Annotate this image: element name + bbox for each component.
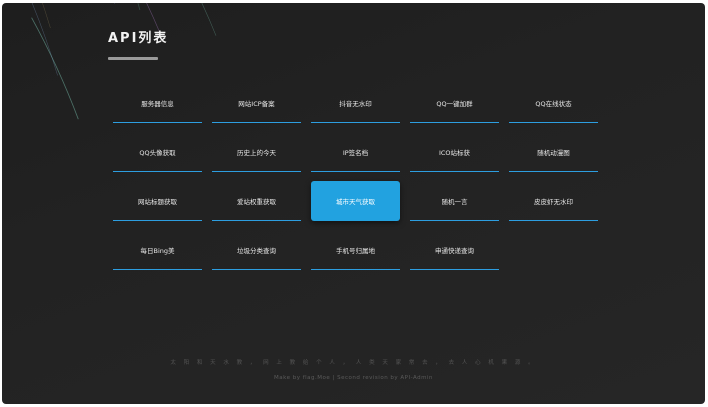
api-card-label: 申通快递查询 <box>435 247 474 255</box>
api-card-label: 网站ICP备案 <box>238 100 275 108</box>
api-card-sto-express[interactable]: 申通快递查询 <box>410 230 499 270</box>
api-card-random-quote[interactable]: 随机一言 <box>410 181 499 221</box>
api-card-qq-online[interactable]: QQ在线状态 <box>509 83 598 123</box>
star-trail <box>31 17 79 120</box>
api-card-label: 服务器信息 <box>141 100 174 108</box>
api-card-aizhan-weight[interactable]: 爱站权重获取 <box>212 181 301 221</box>
star-trail <box>201 3 217 36</box>
api-card-pipixia[interactable]: 皮皮虾无水印 <box>509 181 598 221</box>
api-card-douyin[interactable]: 抖音无水印 <box>311 83 400 123</box>
api-card-phone-location[interactable]: 手机号归属地 <box>311 230 400 270</box>
page-title: API列表 <box>108 31 169 46</box>
api-card-qq-avatar[interactable]: QQ头像获取 <box>113 132 202 172</box>
api-card-label: 垃圾分类查询 <box>237 247 276 255</box>
api-card-label: 皮皮虾无水印 <box>534 198 573 206</box>
star-trail <box>114 3 116 5</box>
api-card-label: 每日Bing美 <box>140 247 175 255</box>
api-card-icp[interactable]: 网站ICP备案 <box>212 83 301 123</box>
api-card-bing-daily[interactable]: 每日Bing美 <box>113 230 202 270</box>
api-card-label: 手机号归属地 <box>336 247 375 255</box>
api-card-site-title[interactable]: 网站标题获取 <box>113 181 202 221</box>
api-card-city-weather[interactable]: 城市天气获取 <box>311 181 400 221</box>
star-trail <box>31 3 58 76</box>
api-card-label: QQ头像获取 <box>139 149 176 157</box>
api-card-label: 历史上的今天 <box>237 149 276 157</box>
api-card-label: 抖音无水印 <box>339 100 372 108</box>
api-card-label: 爱站权重获取 <box>237 198 276 206</box>
api-card-label: 城市天气获取 <box>336 198 375 206</box>
title-underline <box>108 57 158 60</box>
api-card-history-today[interactable]: 历史上的今天 <box>212 132 301 172</box>
api-card-label: IP签名档 <box>342 149 369 157</box>
api-card-label: 随机一言 <box>441 198 468 206</box>
api-card-label: 网站标题获取 <box>138 198 177 206</box>
footer-quote: 太 阳 和 天 水 教 ， 网 上 教 给 个 人 ， 人 类 天 家 常 去 … <box>170 360 537 366</box>
star-trail <box>42 3 51 29</box>
page-frame: API列表 服务器信息 网站ICP备案 抖音无水印 QQ一键加群 QQ在线状态 … <box>2 3 705 404</box>
api-card-label: QQ在线状态 <box>535 100 572 108</box>
api-card-garbage-sort[interactable]: 垃圾分类查询 <box>212 230 301 270</box>
star-trail <box>137 3 141 11</box>
api-card-qq-join-group[interactable]: QQ一键加群 <box>410 83 499 123</box>
api-card-label: QQ一键加群 <box>436 100 473 108</box>
api-card-server-info[interactable]: 服务器信息 <box>113 83 202 123</box>
api-card-random-anime[interactable]: 随机动漫图 <box>509 132 598 172</box>
api-card-label: 随机动漫图 <box>537 149 570 157</box>
api-card-favicon[interactable]: ICO站标获 <box>410 132 499 172</box>
api-card-ip-signature[interactable]: IP签名档 <box>311 132 400 172</box>
footer-credit: Make by flag.Moe | Second revision by AP… <box>273 375 434 381</box>
api-grid: 服务器信息 网站ICP备案 抖音无水印 QQ一键加群 QQ在线状态 QQ头像获取… <box>113 83 598 270</box>
api-card-label: ICO站标获 <box>438 149 471 157</box>
